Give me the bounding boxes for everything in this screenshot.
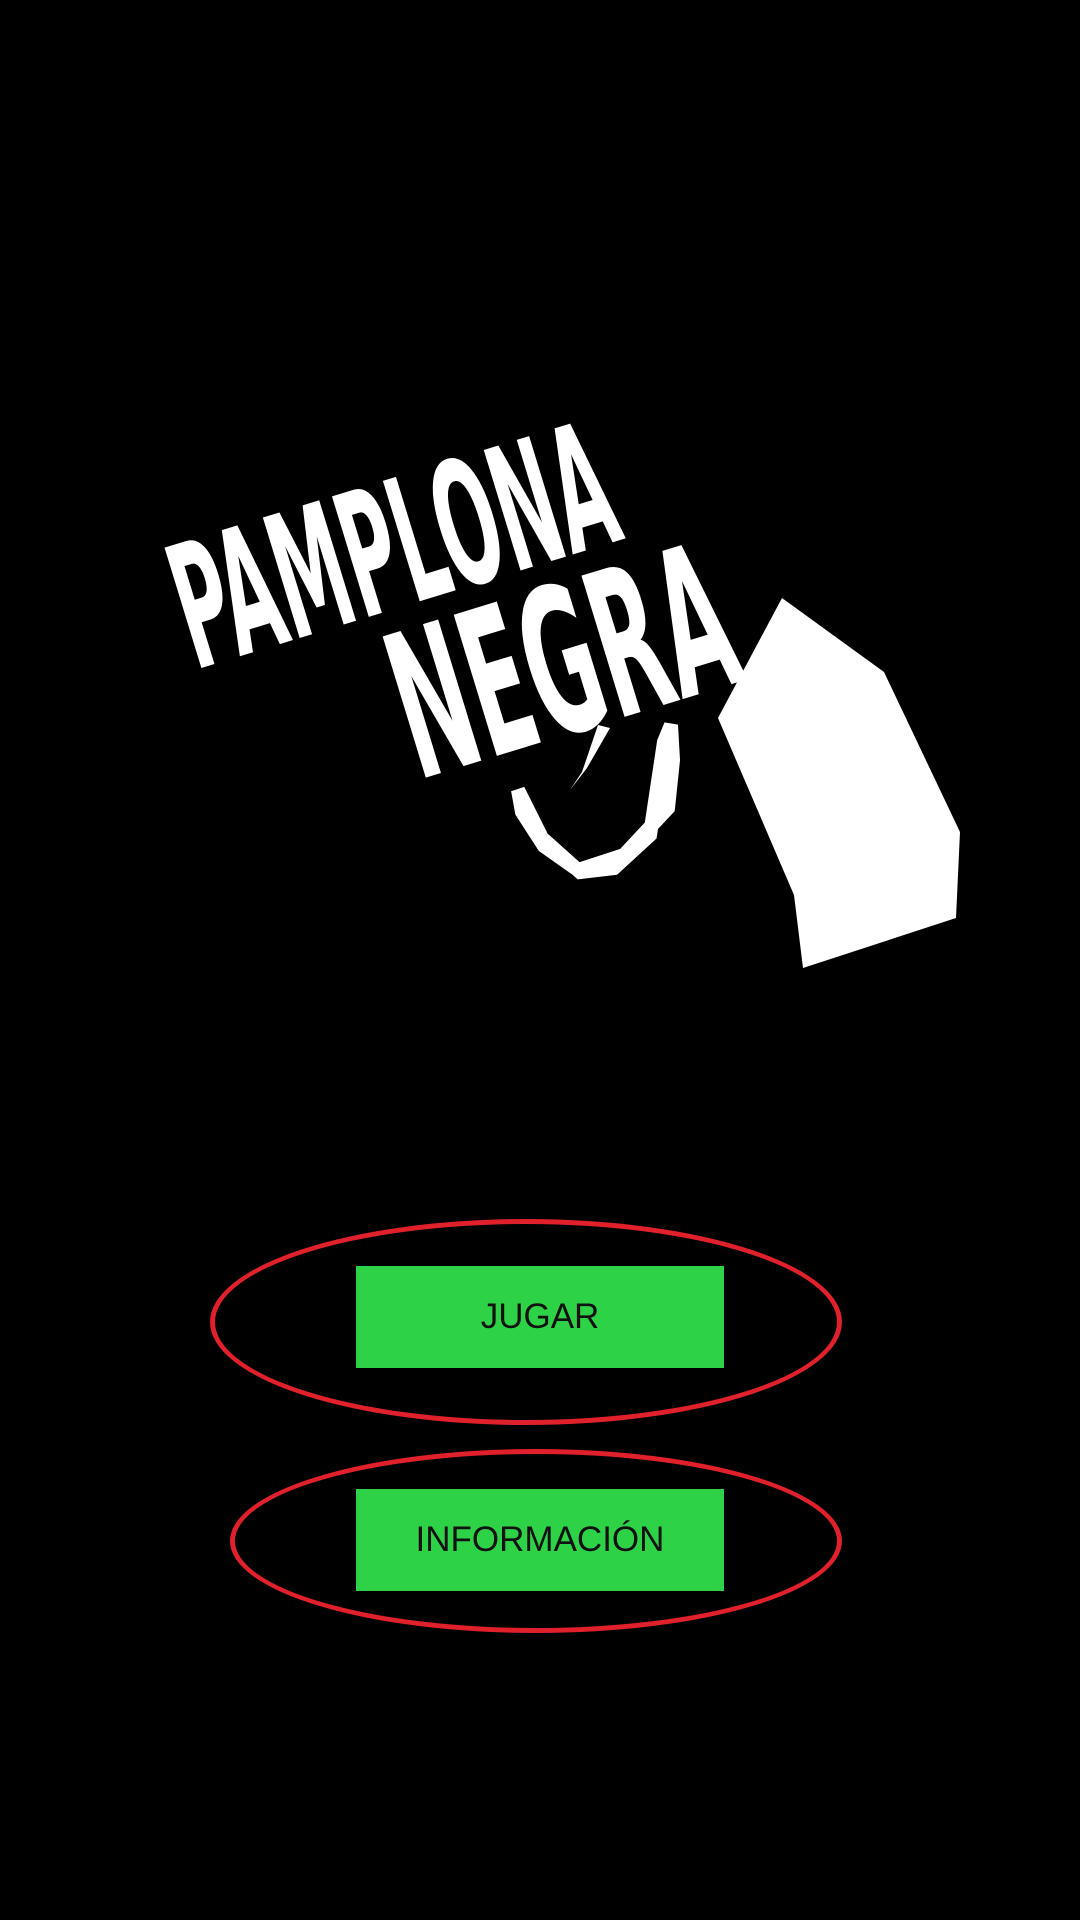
pamplona-negra-logo: PAMPLONA NEGRA — [148, 385, 960, 968]
hand-pointing-gun-icon — [718, 598, 960, 968]
information-button[interactable]: INFORMACIÓN — [356, 1489, 724, 1591]
play-button-label: JUGAR — [480, 1297, 600, 1336]
information-button-label: INFORMACIÓN — [415, 1520, 665, 1559]
play-button[interactable]: JUGAR — [356, 1266, 724, 1368]
